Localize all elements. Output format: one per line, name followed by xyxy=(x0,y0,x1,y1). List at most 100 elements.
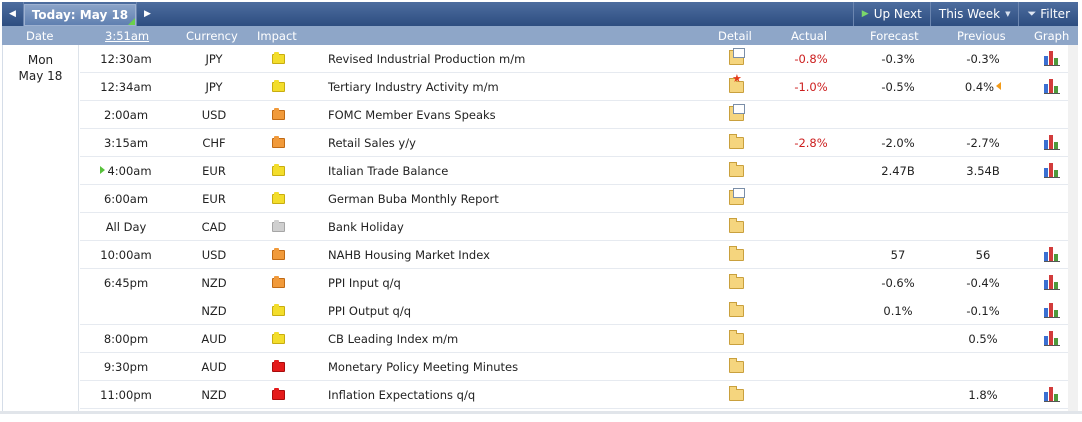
previous-value-label: -0.1% xyxy=(966,304,1000,318)
event-title[interactable]: PPI Input q/q xyxy=(328,276,401,290)
folder-doc-icon[interactable] xyxy=(729,104,745,121)
date-date: May 18 xyxy=(18,69,63,83)
forecast-value: -0.5% xyxy=(881,80,915,94)
header-currency: Currency xyxy=(186,29,238,43)
folder-icon[interactable] xyxy=(729,386,744,401)
previous-value-label: -2.7% xyxy=(966,136,1000,150)
this-week-dropdown[interactable]: This Week ▼ xyxy=(929,2,1019,26)
folder-icon[interactable] xyxy=(729,134,744,149)
calendar-toolbar: ◀ Today: May 18 ▶ ▶ Up Next This Week ▼ … xyxy=(2,2,1078,26)
table-row[interactable]: 12:34am JPY Tertiary Industry Activity m/m… xyxy=(80,72,1077,101)
event-currency: AUD xyxy=(201,332,227,346)
table-row[interactable]: 11:00pm NZD Inflation Expectations q/q 1.8% xyxy=(80,381,1077,409)
filter-button[interactable]: ⏷ Filter xyxy=(1018,2,1078,26)
play-icon: ▶ xyxy=(861,9,869,19)
event-title[interactable]: Bank Holiday xyxy=(328,220,404,234)
bar-chart-icon[interactable] xyxy=(1044,387,1060,402)
bar-chart-icon[interactable] xyxy=(1044,79,1060,94)
table-row[interactable]: 3:15am CHF Retail Sales y/y -2.8% -2.0% -2.7% xyxy=(80,129,1077,157)
event-time-label: 12:34am xyxy=(100,80,152,94)
impact-medium-icon xyxy=(272,248,285,260)
folder-icon[interactable] xyxy=(729,358,744,373)
event-title[interactable]: Italian Trade Balance xyxy=(328,164,448,178)
event-time-label: 12:30am xyxy=(100,52,152,66)
table-row[interactable]: 8:00pm AUD CB Leading Index m/m 0.5% xyxy=(80,325,1077,353)
event-time-label: 6:00am xyxy=(103,192,149,206)
forecast-value: 57 xyxy=(890,248,906,262)
event-time-label: 6:45pm xyxy=(103,276,149,290)
scrollbar[interactable] xyxy=(1068,45,1078,411)
bar-chart-icon[interactable] xyxy=(1044,303,1060,318)
folder-doc-icon[interactable] xyxy=(729,48,745,65)
event-time: 3:15am xyxy=(80,136,172,150)
folder-icon[interactable] xyxy=(729,218,744,233)
table-row[interactable]: NZD PPI Output q/q 0.1% -0.1% xyxy=(80,297,1077,325)
next-day-button[interactable]: ▶ xyxy=(136,2,158,26)
previous-value-label: -0.3% xyxy=(966,52,1000,66)
event-title[interactable]: Inflation Expectations q/q xyxy=(328,388,475,402)
event-currency: NZD xyxy=(201,388,227,402)
left-arrow-icon: ◀ xyxy=(9,9,16,19)
event-title[interactable]: German Buba Monthly Report xyxy=(328,192,499,206)
table-row[interactable]: 10:00am USD NAHB Housing Market Index 57 56 xyxy=(80,241,1077,269)
previous-day-button[interactable]: ◀ xyxy=(2,2,24,26)
folder-icon[interactable] xyxy=(729,274,744,289)
event-title[interactable]: Retail Sales y/y xyxy=(328,136,416,150)
previous-value-label: 0.4% xyxy=(964,80,995,94)
table-row[interactable]: 2:00am USD FOMC Member Evans Speaks xyxy=(80,101,1077,129)
event-title[interactable]: Tertiary Industry Activity m/m xyxy=(328,80,499,94)
previous-value: 1.8% xyxy=(948,388,1018,402)
event-title[interactable]: NAHB Housing Market Index xyxy=(328,248,490,262)
forecast-value: -2.0% xyxy=(881,136,915,150)
event-currency: NZD xyxy=(201,276,227,290)
event-time: All Day xyxy=(80,220,172,234)
bar-chart-icon[interactable] xyxy=(1044,135,1060,150)
header-time[interactable]: 3:51am xyxy=(105,29,149,43)
folder-icon[interactable] xyxy=(729,162,744,177)
folder-icon[interactable] xyxy=(729,246,744,261)
event-time-label: 3:15am xyxy=(103,136,149,150)
bar-chart-icon[interactable] xyxy=(1044,247,1060,262)
filter-label: Filter xyxy=(1040,7,1070,21)
event-time-label: 10:00am xyxy=(100,248,152,262)
table-row[interactable]: 6:45pm NZD PPI Input q/q -0.6% -0.4% xyxy=(80,269,1077,297)
event-title[interactable]: Monetary Policy Meeting Minutes xyxy=(328,360,518,374)
table-row[interactable]: 12:30am JPY Revised Industrial Production … xyxy=(80,45,1077,73)
today-button[interactable]: Today: May 18 xyxy=(24,3,136,26)
event-title[interactable]: Revised Industrial Production m/m xyxy=(328,52,525,66)
bar-chart-icon[interactable] xyxy=(1044,331,1060,346)
header-actual: Actual xyxy=(791,29,828,43)
event-currency: CHF xyxy=(202,136,226,150)
folder-icon[interactable] xyxy=(729,330,744,345)
previous-value: -0.3% xyxy=(948,52,1018,66)
table-row[interactable]: All Day CAD Bank Holiday xyxy=(80,213,1077,241)
event-title[interactable]: FOMC Member Evans Speaks xyxy=(328,108,496,122)
table-row[interactable]: 6:00am EUR German Buba Monthly Report xyxy=(80,185,1077,213)
event-currency: USD xyxy=(201,248,227,262)
event-time: 4:00am xyxy=(80,164,172,178)
impact-low-icon xyxy=(272,52,285,64)
previous-value: -0.1% xyxy=(948,304,1018,318)
event-title[interactable]: PPI Output q/q xyxy=(328,304,411,318)
bar-chart-icon[interactable] xyxy=(1044,275,1060,290)
up-next-button[interactable]: ▶ Up Next xyxy=(852,2,930,26)
bar-chart-icon[interactable] xyxy=(1044,51,1060,66)
bar-chart-icon[interactable] xyxy=(1044,163,1060,178)
table-row[interactable]: 4:00am EUR Italian Trade Balance 2.47B 3.54B xyxy=(80,157,1077,185)
revised-marker-icon[interactable] xyxy=(996,82,1002,90)
impact-low-icon xyxy=(272,192,285,204)
folder-star-icon[interactable] xyxy=(729,72,744,93)
previous-value-label: 1.8% xyxy=(968,388,998,402)
event-currency: USD xyxy=(201,108,227,122)
previous-value-label: 3.54B xyxy=(966,164,1000,178)
table-row[interactable]: 9:30pm AUD Monetary Policy Meeting Minutes xyxy=(80,353,1077,381)
date-day: Mon xyxy=(27,53,54,67)
event-title[interactable]: CB Leading Index m/m xyxy=(328,332,458,346)
folder-doc-icon[interactable] xyxy=(729,188,745,205)
folder-icon[interactable] xyxy=(729,302,744,317)
impact-low-icon xyxy=(272,80,285,92)
impact-medium-icon xyxy=(272,108,285,120)
event-time-label: 9:30pm xyxy=(103,360,149,374)
event-currency: JPY xyxy=(205,80,223,94)
actual-value: -2.8% xyxy=(794,136,828,150)
